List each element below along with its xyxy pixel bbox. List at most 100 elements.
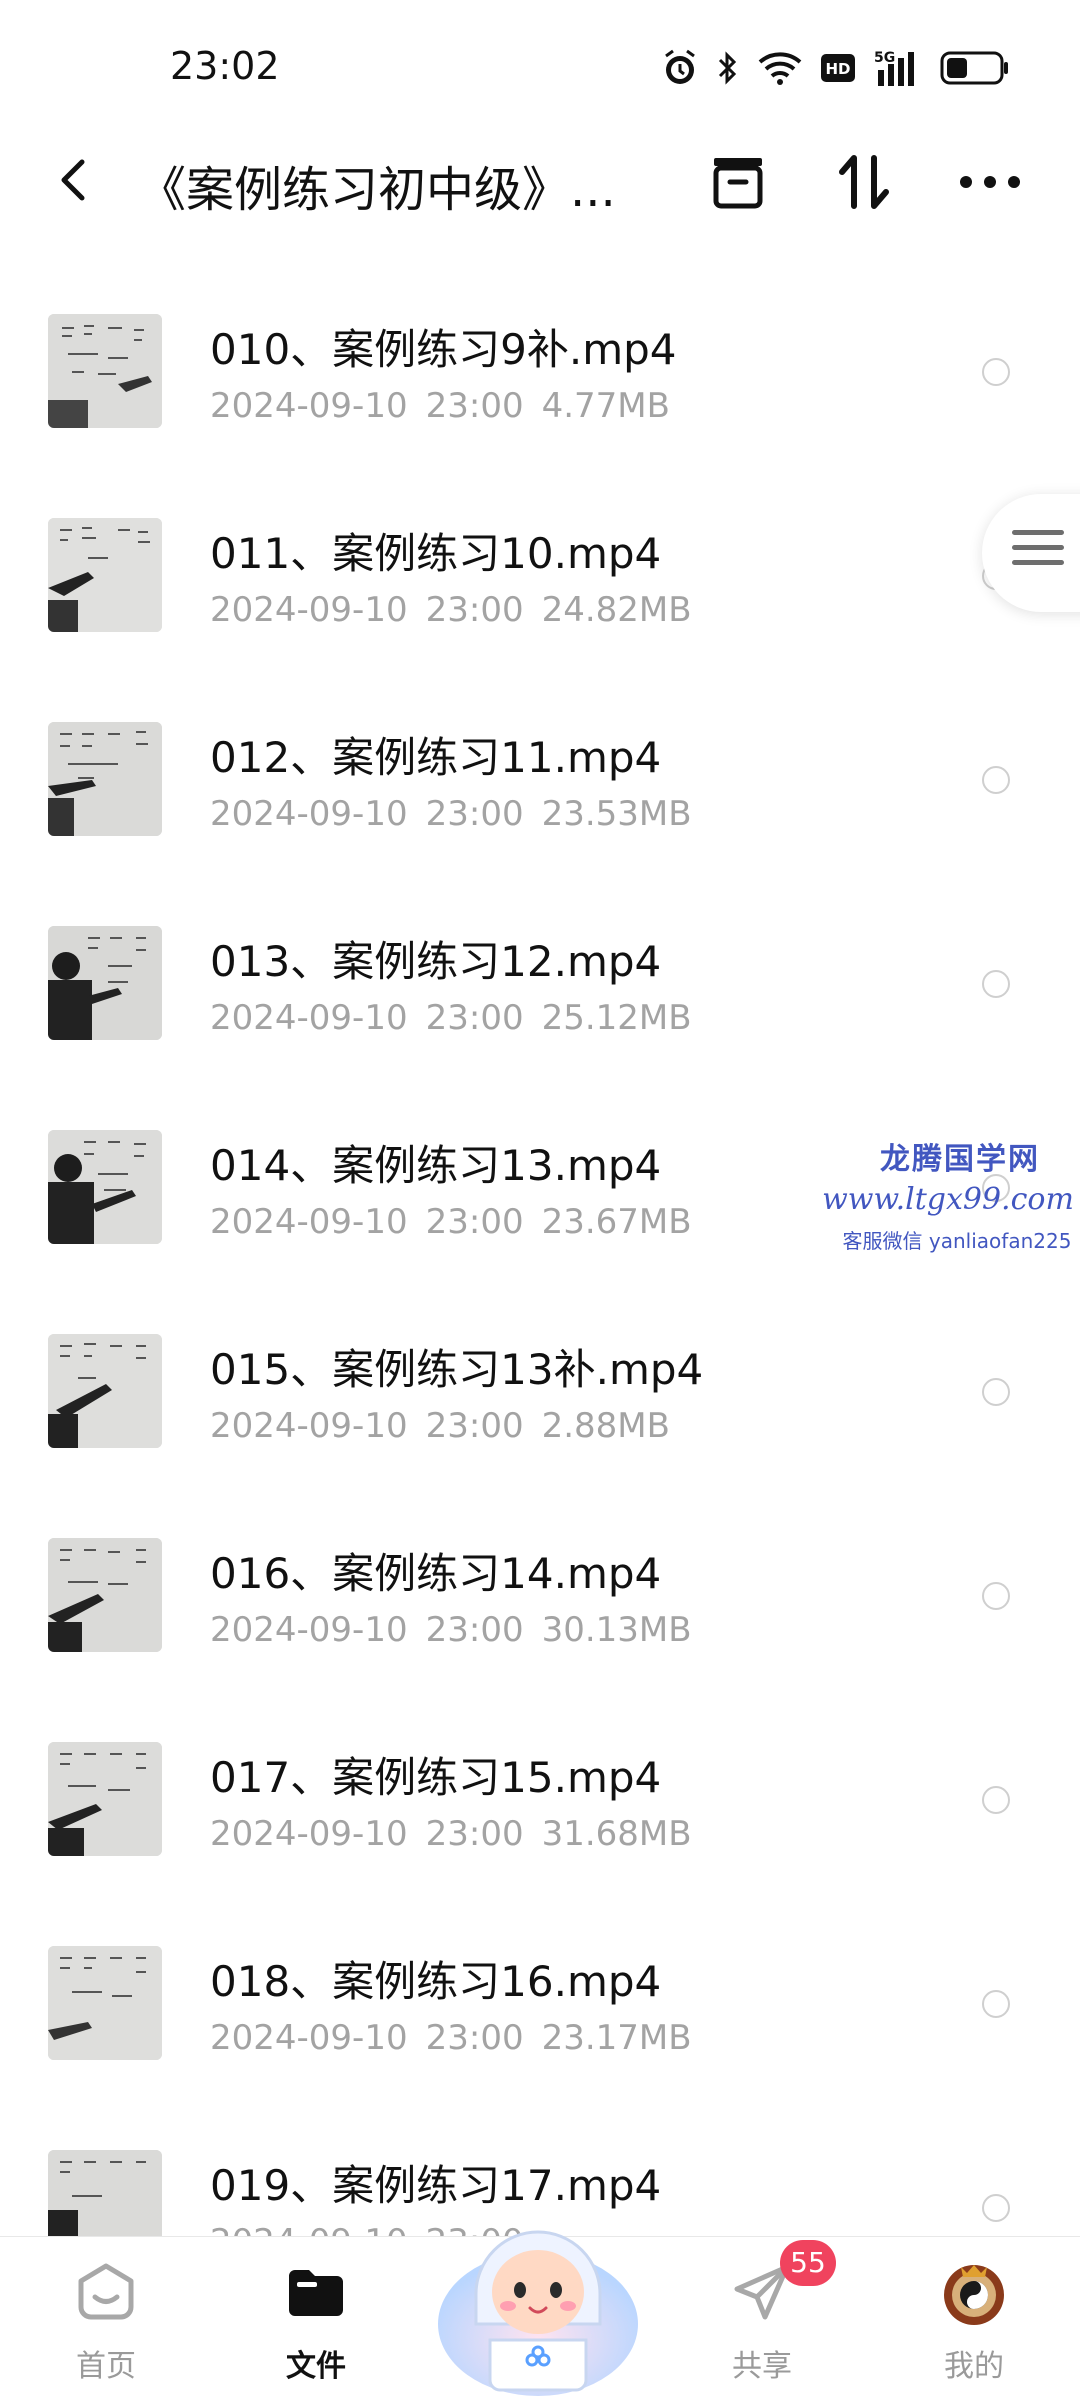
file-name: 014、案例练习13.mp4 (210, 1141, 662, 1190)
video-thumbnail (48, 1538, 162, 1652)
avatar (939, 2257, 1009, 2327)
video-thumbnail (48, 722, 162, 836)
file-size: 31.68MB (541, 1814, 692, 1854)
select-radio[interactable] (982, 358, 1010, 386)
file-time: 23:00 (425, 590, 524, 630)
file-meta: 2024-09-10 23:00 23.17MB (210, 2018, 692, 2058)
select-radio[interactable] (982, 1786, 1010, 1814)
file-row[interactable]: 017、案例练习15.mp4 2024-09-10 23:00 31.68MB (0, 1712, 1080, 1916)
select-radio[interactable] (982, 1582, 1010, 1610)
file-date: 2024-09-10 (210, 1814, 408, 1854)
file-date: 2024-09-10 (210, 794, 408, 834)
select-radio[interactable] (982, 1990, 1010, 2018)
file-size: 2.88MB (541, 1406, 670, 1446)
video-thumbnail (48, 1742, 162, 1856)
select-radio[interactable] (982, 970, 1010, 998)
file-size: 4.77MB (541, 386, 670, 426)
file-row[interactable]: 015、案例练习13补.mp4 2024-09-10 23:00 2.88MB (0, 1304, 1080, 1508)
file-size: 25.12MB (541, 998, 692, 1038)
file-date: 2024-09-10 (210, 2018, 408, 2058)
select-radio[interactable] (982, 2194, 1010, 2222)
video-thumbnail (48, 1946, 162, 2060)
more-options-button[interactable] (958, 150, 1022, 214)
file-size: 23.17MB (541, 2018, 692, 2058)
video-thumbnail (48, 926, 162, 1040)
file-size: 23.67MB (541, 1202, 692, 1242)
file-meta: 2024-09-10 23:00 2.88MB (210, 1406, 670, 1446)
assistant-mascot-button[interactable] (430, 2174, 646, 2400)
file-meta: 2024-09-10 23:00 4.77MB (210, 386, 670, 426)
file-name: 010、案例练习9补.mp4 (210, 325, 677, 374)
file-time: 23:00 (425, 794, 524, 834)
archive-icon (713, 158, 763, 209)
svg-text:HD: HD (825, 60, 850, 78)
back-button[interactable] (50, 152, 100, 208)
watermark-contact: 客服微信 yanliaofan225 (842, 1229, 1072, 1253)
hd-icon: HD (820, 53, 856, 83)
status-bar: 23:02 HD 5G (0, 0, 1080, 130)
tab-home[interactable]: 首页 (36, 2257, 176, 2385)
file-time: 23:00 (425, 998, 524, 1038)
status-time: 23:02 (170, 44, 280, 88)
tab-home-label: 首页 (76, 2349, 136, 2384)
file-size: 24.82MB (541, 590, 692, 630)
file-date: 2024-09-10 (210, 386, 408, 426)
file-size: 30.13MB (541, 1610, 692, 1650)
file-date: 2024-09-10 (210, 1202, 408, 1242)
file-meta: 2024-09-10 23:00 24.82MB (210, 590, 692, 630)
watermark-site-name: 龙腾国学网 (880, 1142, 1040, 1177)
tab-mine[interactable]: 我的 (904, 2257, 1044, 2385)
file-date: 2024-09-10 (210, 998, 408, 1038)
file-row[interactable]: 013、案例练习12.mp4 2024-09-10 23:00 25.12MB (0, 896, 1080, 1100)
file-date: 2024-09-10 (210, 1406, 408, 1446)
sort-icon (839, 155, 889, 209)
file-row[interactable]: 016、案例练习14.mp4 2024-09-10 23:00 30.13MB (0, 1508, 1080, 1712)
select-radio[interactable] (982, 766, 1010, 794)
tab-files[interactable]: 文件 (246, 2257, 386, 2385)
network-label: 5G (874, 50, 895, 66)
bluetooth-icon (716, 48, 740, 88)
file-time: 23:00 (425, 1610, 524, 1650)
file-name: 017、案例练习15.mp4 (210, 1753, 662, 1802)
file-row[interactable]: 018、案例练习16.mp4 2024-09-10 23:00 23.17MB (0, 1916, 1080, 2120)
file-meta: 2024-09-10 23:00 25.12MB (210, 998, 692, 1038)
share-badge: 55 (780, 2240, 836, 2286)
file-date: 2024-09-10 (210, 590, 408, 630)
signal-icon: 5G (874, 48, 922, 88)
tab-share-label: 共享 (732, 2349, 792, 2384)
file-row[interactable]: 010、案例练习9补.mp4 2024-09-10 23:00 4.77MB (0, 284, 1080, 488)
select-radio[interactable] (982, 1378, 1010, 1406)
sort-button[interactable] (832, 150, 896, 214)
page-title: 《案例练习初中级》... (138, 162, 616, 218)
mascot-icon (438, 2230, 638, 2396)
file-name: 011、案例练习10.mp4 (210, 529, 662, 578)
watermark-url: www.ltgx99.com (822, 1182, 1074, 1217)
archive-button[interactable] (706, 150, 770, 214)
chevron-left-icon (61, 159, 85, 201)
file-row[interactable]: 011、案例练习10.mp4 2024-09-10 23:00 24.82MB (0, 488, 1080, 692)
file-name: 012、案例练习11.mp4 (210, 733, 662, 782)
video-thumbnail (48, 314, 162, 428)
file-meta: 2024-09-10 23:00 30.13MB (210, 1610, 692, 1650)
file-name: 016、案例练习14.mp4 (210, 1549, 662, 1598)
file-time: 23:00 (425, 1406, 524, 1446)
folder-icon (281, 2257, 351, 2327)
file-meta: 2024-09-10 23:00 31.68MB (210, 1814, 692, 1854)
menu-icon (1012, 530, 1064, 575)
file-name: 015、案例练习13补.mp4 (210, 1345, 704, 1394)
watermark: 龙腾国学网 www.ltgx99.com 客服微信 yanliaofan225 (822, 1134, 1080, 1254)
home-icon (71, 2257, 141, 2327)
top-app-bar: 《案例练习初中级》... (0, 130, 1080, 230)
tab-files-label: 文件 (286, 2349, 346, 2384)
status-icons: HD 5G (662, 46, 1010, 90)
file-row[interactable]: 012、案例练习11.mp4 2024-09-10 23:00 23.53MB (0, 692, 1080, 896)
file-time: 23:00 (425, 1814, 524, 1854)
file-meta: 2024-09-10 23:00 23.53MB (210, 794, 692, 834)
video-thumbnail (48, 1130, 162, 1244)
more-icon (960, 176, 1020, 188)
file-list: 010、案例练习9补.mp4 2024-09-10 23:00 4.77MB 011… (0, 284, 1080, 2324)
file-name: 013、案例练习12.mp4 (210, 937, 662, 986)
file-size: 23.53MB (541, 794, 692, 834)
alarm-icon (662, 48, 698, 88)
video-thumbnail (48, 518, 162, 632)
